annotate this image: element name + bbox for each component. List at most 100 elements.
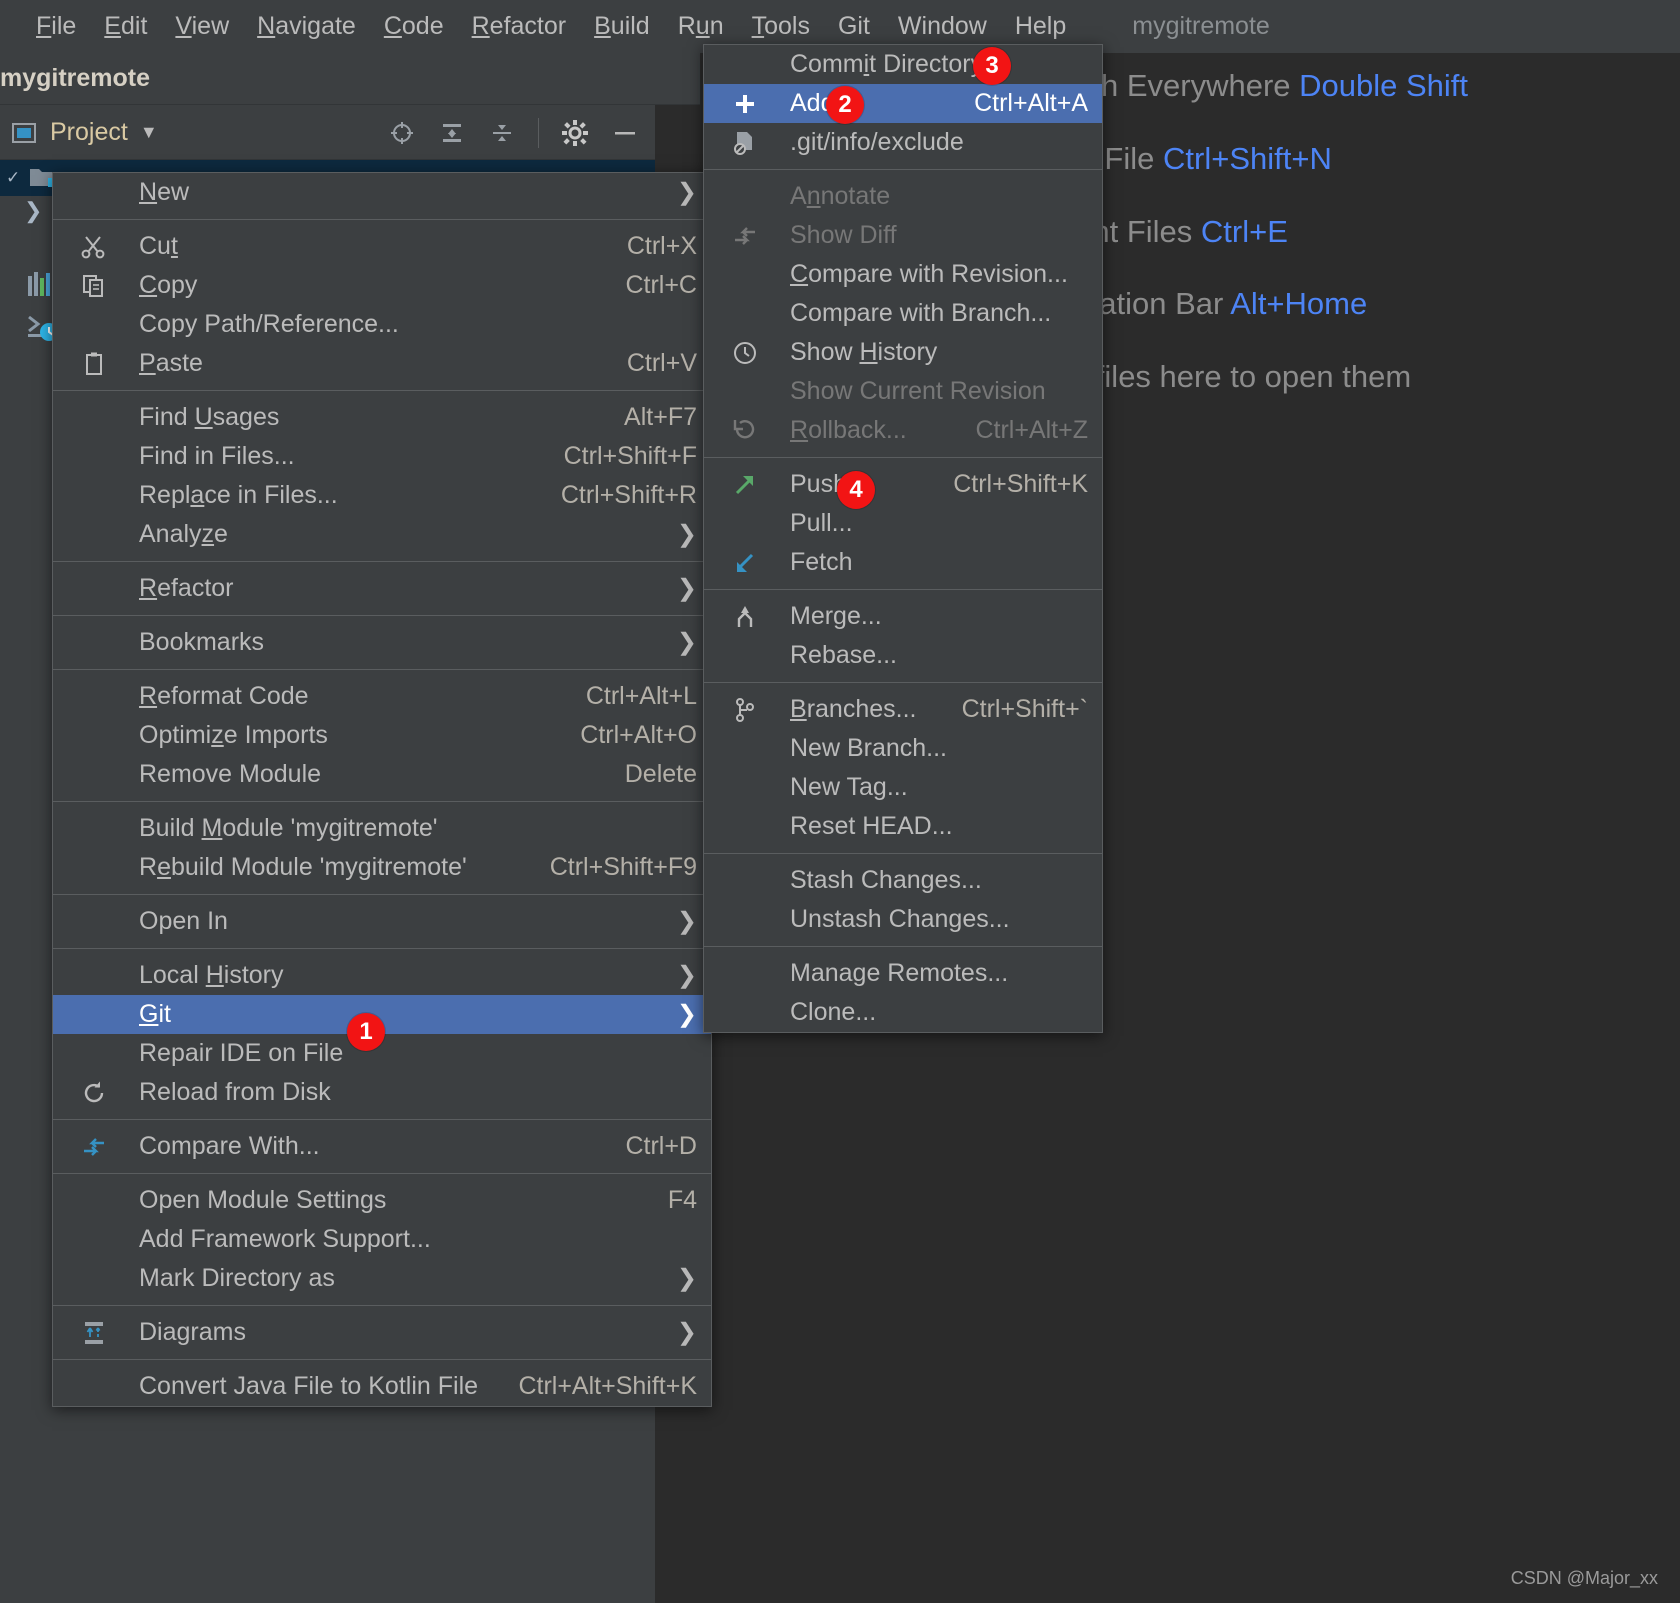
menu-item-new-branch[interactable]: New Branch... — [704, 729, 1102, 768]
menu-item-push[interactable]: Push... Ctrl+Shift+K — [704, 465, 1102, 504]
menu-separator — [53, 390, 711, 391]
menu-item-find-in-files[interactable]: Find in Files... Ctrl+Shift+F — [53, 437, 711, 476]
menu-run[interactable]: Run — [664, 12, 738, 41]
menu-separator — [704, 682, 1102, 683]
menu-label: New Tag... — [790, 773, 908, 801]
tree-row-child[interactable]: ❯ — [24, 198, 42, 224]
hint-shortcut: Ctrl+Shift+N — [1163, 141, 1332, 176]
menu-item-convert-java-to-kotlin[interactable]: Convert Java File to Kotlin File Ctrl+Al… — [53, 1367, 711, 1406]
menu-item-mark-directory-as[interactable]: Mark Directory as ❯ — [53, 1259, 711, 1298]
expand-all-icon[interactable] — [438, 119, 466, 147]
collapse-all-icon[interactable] — [488, 119, 516, 147]
menu-item-rebase[interactable]: Rebase... — [704, 636, 1102, 675]
menu-item-branches[interactable]: Branches... Ctrl+Shift+` — [704, 690, 1102, 729]
menu-item-find-usages[interactable]: Find Usages Alt+F7 — [53, 398, 711, 437]
scissors-icon — [79, 232, 109, 262]
menu-item-compare-with-revision[interactable]: Compare with Revision... — [704, 255, 1102, 294]
menu-item-build-module[interactable]: Build Module 'mygitremote' — [53, 809, 711, 848]
menu-tools[interactable]: Tools — [738, 12, 824, 41]
menu-item-open-module-settings[interactable]: Open Module Settings F4 — [53, 1181, 711, 1220]
menu-item-reload-from-disk[interactable]: Reload from Disk — [53, 1073, 711, 1112]
menu-item-compare-with[interactable]: Compare With... Ctrl+D — [53, 1127, 711, 1166]
menu-label: Remove Module — [139, 760, 322, 788]
git-submenu: Commit Directory... Add Ctrl+Alt+A .git/… — [703, 44, 1103, 1033]
chevron-right-icon: ❯ — [676, 629, 697, 656]
fetch-icon — [730, 548, 760, 578]
menu-build[interactable]: Build — [580, 12, 664, 41]
menu-item-new-tag[interactable]: New Tag... — [704, 768, 1102, 807]
menu-code[interactable]: Code — [370, 12, 458, 41]
menu-separator — [53, 1359, 711, 1360]
menu-item-analyze[interactable]: Analyze ❯ — [53, 515, 711, 554]
menu-separator — [53, 561, 711, 562]
gear-icon[interactable] — [561, 119, 589, 147]
menu-refactor[interactable]: Refactor — [458, 12, 581, 41]
menu-item-pull[interactable]: Pull... — [704, 504, 1102, 543]
menu-label: Manage Remotes... — [790, 959, 1009, 987]
menu-file[interactable]: File — [22, 12, 90, 41]
menu-item-refactor[interactable]: Refactor ❯ — [53, 569, 711, 608]
menu-label: Pull... — [790, 509, 853, 537]
hide-icon[interactable] — [611, 119, 639, 147]
menu-item-show-history[interactable]: Show History — [704, 333, 1102, 372]
menu-help[interactable]: Help — [1001, 12, 1080, 41]
menu-separator — [53, 1119, 711, 1120]
menu-item-optimize-imports[interactable]: Optimize Imports Ctrl+Alt+O — [53, 716, 711, 755]
menu-item-fetch[interactable]: Fetch — [704, 543, 1102, 582]
chevron-right-icon: ❯ — [676, 908, 697, 935]
menu-item-merge[interactable]: Merge... — [704, 597, 1102, 636]
menu-item-add[interactable]: Add Ctrl+Alt+A — [704, 84, 1102, 123]
menu-label: Compare with Branch... — [790, 299, 1052, 327]
menu-label: Diagrams — [139, 1318, 246, 1346]
menu-item-rebuild-module[interactable]: Rebuild Module 'mygitremote' Ctrl+Shift+… — [53, 848, 711, 887]
menu-item-stash-changes[interactable]: Stash Changes... — [704, 861, 1102, 900]
menu-separator — [53, 669, 711, 670]
menu-window[interactable]: Window — [884, 12, 1001, 41]
menu-accel: Ctrl+Shift+K — [953, 470, 1088, 498]
menu-label: Open Module Settings — [139, 1186, 387, 1214]
menu-view[interactable]: View — [161, 12, 243, 41]
menu-item-diagrams[interactable]: Diagrams ❯ — [53, 1313, 711, 1352]
menu-label: Show Diff — [790, 221, 897, 249]
menu-item-reformat-code[interactable]: Reformat Code Ctrl+Alt+L — [53, 677, 711, 716]
menu-separator — [704, 853, 1102, 854]
menu-item-add-framework-support[interactable]: Add Framework Support... — [53, 1220, 711, 1259]
chevron-right-icon: ❯ — [676, 1319, 697, 1346]
menu-item-copy-path-reference[interactable]: Copy Path/Reference... — [53, 305, 711, 344]
menu-git[interactable]: Git — [824, 12, 884, 41]
compare-icon — [79, 1132, 109, 1162]
menu-item-git-info-exclude[interactable]: .git/info/exclude — [704, 123, 1102, 162]
menu-item-copy[interactable]: Copy Ctrl+C — [53, 266, 711, 305]
menu-accel: Ctrl+Alt+L — [585, 682, 697, 710]
menu-item-cut[interactable]: Cut Ctrl+X — [53, 227, 711, 266]
menu-item-paste[interactable]: Paste Ctrl+V — [53, 344, 711, 383]
menu-separator — [53, 894, 711, 895]
clock-icon — [730, 338, 760, 368]
menu-label: Copy Path/Reference... — [139, 310, 399, 338]
menu-item-replace-in-files[interactable]: Replace in Files... Ctrl+Shift+R — [53, 476, 711, 515]
menu-item-reset-head[interactable]: Reset HEAD... — [704, 807, 1102, 846]
chevron-down-icon[interactable]: ✓ — [6, 168, 20, 188]
menu-item-open-in[interactable]: Open In ❯ — [53, 902, 711, 941]
chevron-right-icon: ❯ — [676, 962, 697, 989]
menu-item-remove-module[interactable]: Remove Module Delete — [53, 755, 711, 794]
menu-item-compare-with-branch[interactable]: Compare with Branch... — [704, 294, 1102, 333]
menu-item-unstash-changes[interactable]: Unstash Changes... — [704, 900, 1102, 939]
menu-item-local-history[interactable]: Local History ❯ — [53, 956, 711, 995]
menu-item-bookmarks[interactable]: Bookmarks ❯ — [53, 623, 711, 662]
menu-item-commit-directory[interactable]: Commit Directory... — [704, 45, 1102, 84]
locate-icon[interactable] — [388, 119, 416, 147]
chevron-down-icon[interactable]: ▼ — [140, 122, 158, 143]
menu-item-clone[interactable]: Clone... — [704, 993, 1102, 1032]
menu-item-new[interactable]: New ❯ — [53, 173, 711, 212]
menu-item-manage-remotes[interactable]: Manage Remotes... — [704, 954, 1102, 993]
merge-icon — [730, 602, 760, 632]
menu-label: Rebase... — [790, 641, 898, 669]
menu-navigate[interactable]: Navigate — [243, 12, 370, 41]
menu-separator — [53, 1305, 711, 1306]
menu-label: Repair IDE on File — [139, 1039, 344, 1067]
copy-icon — [79, 271, 109, 301]
menu-separator — [53, 615, 711, 616]
menu-edit[interactable]: Edit — [90, 12, 161, 41]
menu-accel: Ctrl+C — [625, 271, 697, 299]
